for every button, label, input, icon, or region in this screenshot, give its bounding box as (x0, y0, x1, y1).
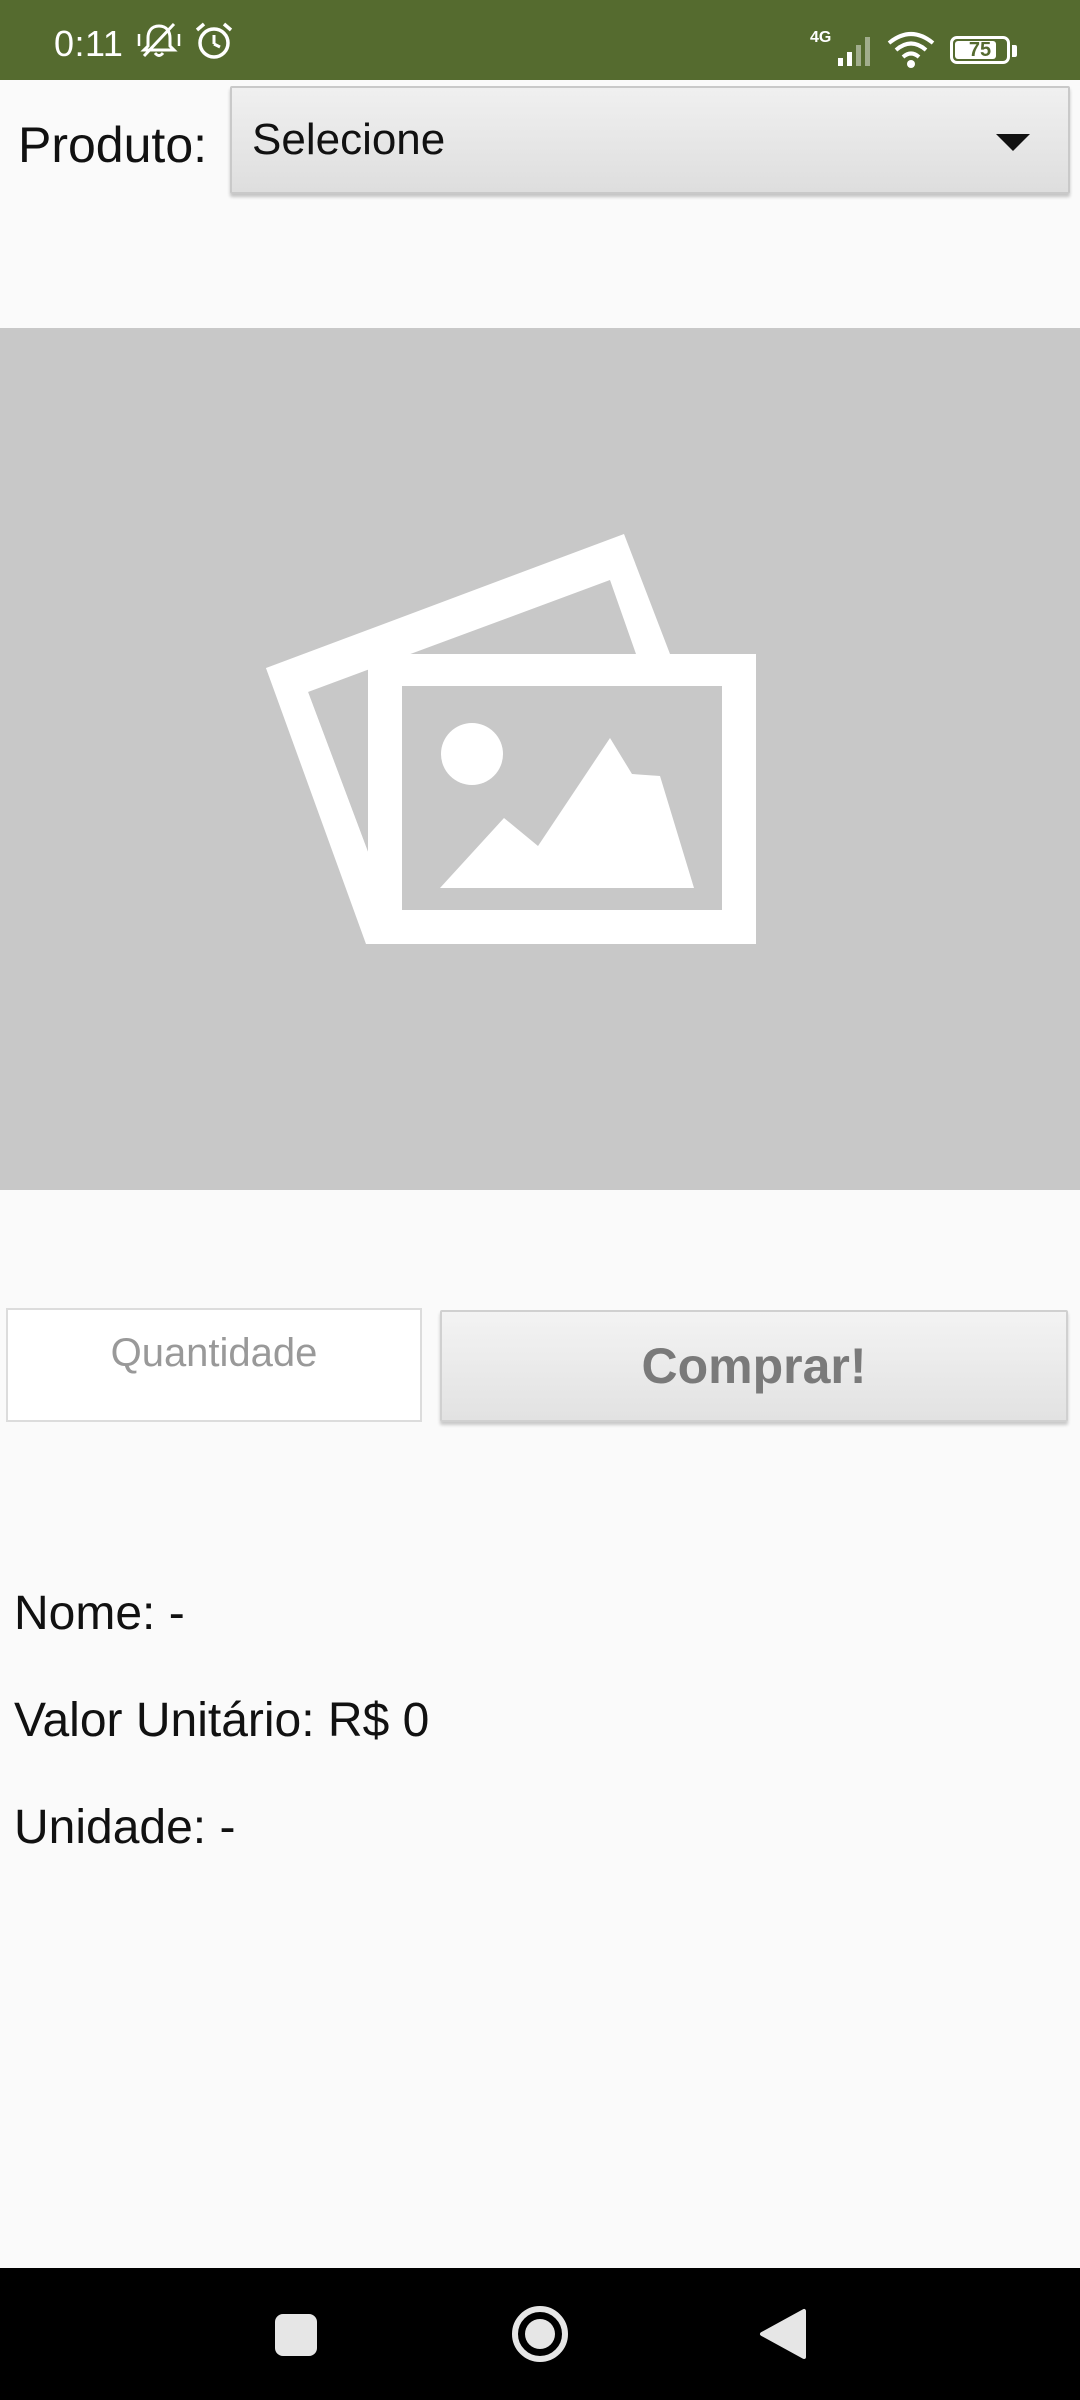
recents-square-icon[interactable] (236, 2268, 356, 2400)
product-name-text: Nome: - (14, 1587, 185, 1640)
unit-text: Unidade: - (14, 1801, 236, 1854)
buy-button[interactable]: Comprar! (440, 1310, 1068, 1422)
product-select-value: Selecione (252, 115, 446, 164)
unit-price-text: Valor Unitário: R$ 0 (14, 1694, 430, 1747)
product-label: Produto: (18, 117, 208, 173)
wifi-icon (886, 30, 936, 75)
battery-percent: 75 (968, 39, 992, 61)
battery-cap (1012, 45, 1017, 57)
back-triangle-icon[interactable] (722, 2268, 842, 2400)
status-bar: 0:11 4G 75 (0, 0, 1080, 80)
network-type: 4G (810, 29, 832, 46)
battery-icon: 75 (950, 36, 1010, 64)
vibrate-muted-icon (136, 18, 182, 67)
product-select[interactable]: Selecione (230, 86, 1070, 194)
home-circle-icon[interactable] (480, 2268, 600, 2400)
product-image (0, 328, 1080, 1190)
navigation-bar (0, 2268, 1080, 2400)
image-placeholder-icon (266, 534, 756, 944)
alarm-icon (192, 18, 236, 67)
status-time: 0:11 (54, 23, 124, 64)
signal-icon (836, 34, 876, 73)
dropdown-arrow-icon (996, 134, 1030, 151)
quantity-input[interactable] (6, 1308, 422, 1422)
